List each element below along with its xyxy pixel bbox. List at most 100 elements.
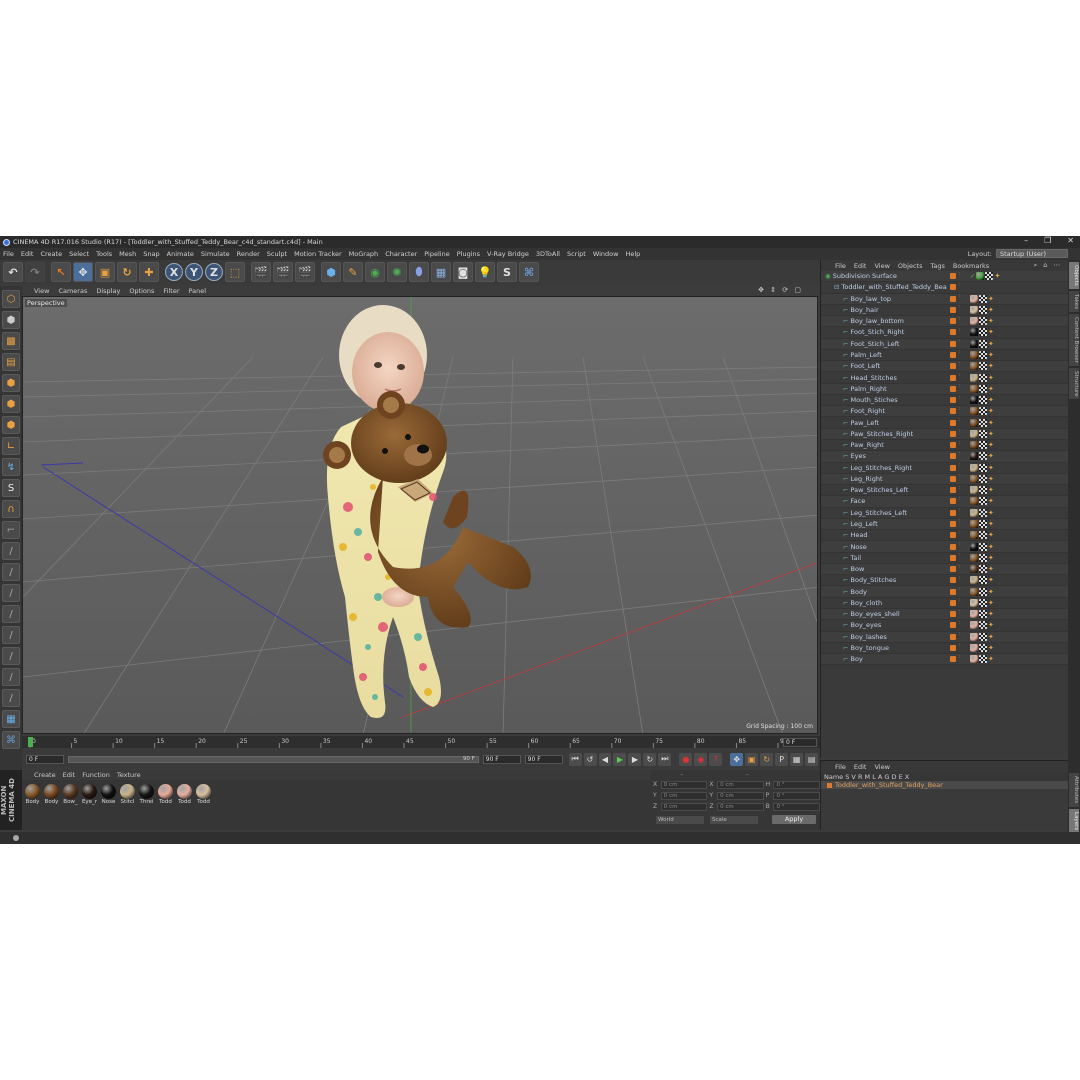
phong-tag-icon[interactable]: ✦	[994, 272, 1002, 280]
object-row[interactable]: ⌐ Foot_Stich_Left ∶ ✦	[821, 338, 1068, 350]
brush-icon-3[interactable]: /	[2, 584, 20, 602]
material-tag-icon[interactable]	[970, 418, 978, 427]
previous-key-icon[interactable]: ↺	[583, 752, 597, 766]
visibility-dots-icon[interactable]: ∶	[959, 361, 962, 370]
uvw-tag-icon[interactable]	[979, 429, 987, 438]
material-swatch[interactable]: Todd	[195, 784, 212, 805]
object-row[interactable]: ⌐ Paw_Stitches_Left ∶ ✦	[821, 485, 1068, 497]
phong-tag-icon[interactable]: ✦	[988, 351, 996, 359]
phong-tag-icon[interactable]: ✦	[988, 385, 996, 393]
keyframe-selection-icon[interactable]: ?	[709, 752, 723, 766]
planar-workplane-icon[interactable]: ⌐	[2, 521, 20, 539]
layer-color-icon[interactable]	[950, 532, 956, 539]
object-row[interactable]: ⌐ Face ∶ ✦	[821, 496, 1068, 508]
material-tag-icon[interactable]	[970, 610, 978, 619]
workplane-icon[interactable]: ▤	[2, 353, 20, 371]
visibility-dots-icon[interactable]: ∶	[959, 654, 962, 663]
layer-color-icon[interactable]	[950, 554, 956, 561]
layer-color-icon[interactable]	[950, 520, 956, 527]
object-row[interactable]: ◉ Subdivision Surface ∶ ✓ ✦	[821, 271, 1068, 283]
viewport-menu-cameras[interactable]: Cameras	[58, 287, 87, 295]
viewport-menu-view[interactable]: View	[34, 287, 49, 295]
visibility-dots-icon[interactable]: ∶	[959, 373, 962, 381]
phong-tag-icon[interactable]: ✦	[988, 588, 996, 596]
object-row[interactable]: ⌐ Palm_Left ∶ ✦	[821, 350, 1068, 362]
menu-simulate[interactable]: Simulate	[201, 250, 230, 258]
visibility-dots-icon[interactable]: ∶	[959, 294, 962, 302]
edges-mode-icon[interactable]: ⬢	[2, 395, 20, 413]
uvw-tag-icon[interactable]	[979, 531, 987, 540]
layer-color-icon[interactable]	[950, 622, 956, 629]
material-tag-icon[interactable]	[970, 587, 978, 596]
material-tag-icon[interactable]	[970, 632, 978, 641]
layer-color-icon[interactable]	[950, 374, 956, 381]
material-menu-create[interactable]: Create	[34, 771, 56, 779]
visibility-dots-icon[interactable]: ∶	[959, 474, 962, 482]
layer-color-icon[interactable]	[950, 363, 956, 370]
timeline-ruler[interactable]: 051015202530354045505560657075808590 0 F	[22, 736, 820, 748]
object-row[interactable]: ⌐ Boy_eyes_shell ∶ ✦	[821, 608, 1068, 621]
uvw-tag-icon[interactable]	[979, 474, 987, 483]
floor-grid-icon[interactable]: ▦	[2, 710, 20, 728]
viewport-camera-label[interactable]: Perspective	[25, 299, 67, 307]
uvw-tag-icon[interactable]	[979, 350, 987, 359]
coord-field[interactable]: 0 cm	[660, 780, 708, 789]
uvw-tag-icon[interactable]	[979, 497, 987, 506]
menu-v-ray-bridge[interactable]: V-Ray Bridge	[487, 250, 529, 258]
layer-menu-edit[interactable]: Edit	[854, 763, 867, 771]
object-row[interactable]: ⌐ Bow ∶ ✦	[821, 563, 1068, 576]
material-tag-icon[interactable]	[970, 452, 978, 461]
layer-color-icon[interactable]	[950, 351, 956, 358]
coord-field[interactable]: 0 cm	[660, 791, 708, 800]
object-menu-bookmarks[interactable]: Bookmarks	[953, 262, 989, 270]
material-tag-icon[interactable]	[970, 519, 978, 528]
brush-icon-2[interactable]: /	[2, 563, 20, 581]
uvw-tag-icon[interactable]	[979, 418, 987, 427]
object-row[interactable]: ⌐ Leg_Right ∶ ✦	[821, 473, 1068, 486]
vray-icon[interactable]: S	[497, 262, 517, 282]
phong-tag-icon[interactable]: ✦	[988, 531, 996, 539]
tweak-icon[interactable]: ↯	[2, 458, 20, 476]
object-menu-view[interactable]: View	[874, 262, 889, 270]
viewport-menu-options[interactable]: Options	[129, 287, 154, 295]
brush-icon-5[interactable]: /	[2, 626, 20, 644]
object-row[interactable]: ⌐ Tail ∶ ✦	[821, 553, 1068, 564]
layer-row[interactable]: Toddler_with_Stuffed_Teddy_Bear	[821, 781, 1068, 789]
object-row[interactable]: ⌐ Paw_Left ∶ ✦	[821, 417, 1068, 429]
menu-file[interactable]: File	[3, 250, 14, 258]
redo-icon[interactable]: ↷	[25, 262, 45, 282]
object-row[interactable]: ⌐ Boy_lashes ∶ ✦	[821, 631, 1068, 643]
visibility-dots-icon[interactable]: ∶	[959, 530, 962, 539]
object-menu-tags[interactable]: Tags	[930, 262, 944, 270]
uvw-tag-icon[interactable]	[979, 305, 987, 314]
phong-tag-icon[interactable]: ✦	[988, 554, 996, 562]
material-tag-icon[interactable]	[970, 463, 978, 472]
layer-color-icon[interactable]	[950, 284, 956, 291]
uvw-tag-icon[interactable]	[979, 621, 987, 630]
material-menu-edit[interactable]: Edit	[63, 771, 76, 779]
visibility-dots-icon[interactable]: ∶	[959, 620, 962, 629]
menu-create[interactable]: Create	[40, 250, 62, 258]
uvw-tag-icon[interactable]	[985, 272, 994, 281]
deformer-icon[interactable]: ⬮	[409, 262, 429, 282]
uvw-tag-icon[interactable]	[979, 339, 987, 348]
phong-tag-icon[interactable]: ✦	[988, 543, 996, 551]
scale-key-icon[interactable]: ▣	[745, 752, 759, 766]
object-row[interactable]: ⌐ Leg_Stitches_Right ∶ ✦	[821, 463, 1068, 474]
menu-character[interactable]: Character	[385, 250, 417, 258]
phong-tag-icon[interactable]: ✦	[988, 475, 996, 483]
layer-color-icon[interactable]	[950, 509, 956, 516]
menu-script[interactable]: Script	[567, 250, 586, 258]
layer-color-icon[interactable]	[950, 419, 956, 426]
phong-tag-icon[interactable]: ✦	[988, 520, 996, 528]
object-row[interactable]: ⌐ Leg_Left ∶ ✦	[821, 518, 1068, 531]
maximize-button[interactable]: ❐	[1044, 236, 1051, 245]
material-swatch[interactable]: Body	[43, 784, 60, 805]
phong-tag-icon[interactable]: ✦	[988, 441, 996, 449]
close-button[interactable]: ✕	[1067, 236, 1074, 245]
viewport-menu-panel[interactable]: Panel	[189, 287, 207, 295]
object-row[interactable]: ⌐ Paw_Right ∶ ✦	[821, 440, 1068, 452]
visibility-dots-icon[interactable]: ∶	[959, 609, 962, 618]
material-tag-icon[interactable]	[970, 384, 978, 393]
layer-color-icon[interactable]	[950, 577, 956, 584]
